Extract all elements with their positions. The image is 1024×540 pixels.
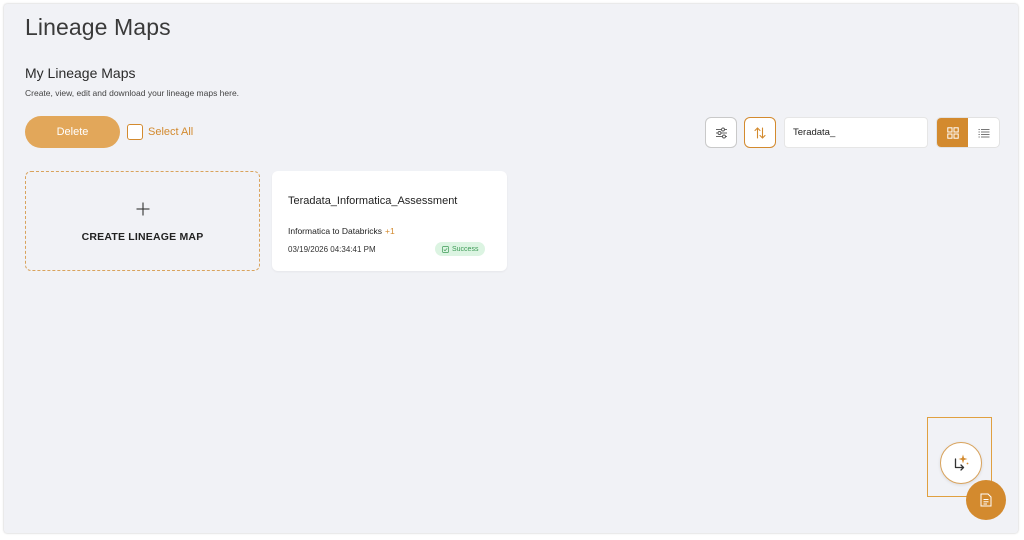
map-conversion: Informatica to Databricks +1 [288, 226, 395, 236]
document-icon [980, 493, 992, 507]
create-lineage-map-label: CREATE LINEAGE MAP [81, 231, 204, 243]
grid-icon [946, 126, 959, 139]
select-all-toggle[interactable]: Select All [127, 124, 193, 140]
section-title: My Lineage Maps [25, 65, 136, 81]
create-lineage-map-card[interactable]: CREATE LINEAGE MAP [25, 171, 260, 271]
lineage-map-card[interactable]: Teradata_Informatica_Assessment Informat… [272, 171, 507, 271]
search-input[interactable] [793, 127, 925, 138]
list-icon [978, 128, 989, 137]
sliders-icon [715, 127, 727, 138]
section-subtitle: Create, view, edit and download your lin… [25, 88, 240, 98]
sort-button[interactable] [744, 117, 776, 148]
sparkle-arrow-icon [954, 454, 969, 471]
filter-button[interactable] [705, 117, 737, 148]
status-badge: Success [435, 242, 486, 256]
sort-arrows-icon [754, 126, 766, 139]
map-more-count[interactable]: +1 [385, 226, 395, 236]
plus-icon [136, 202, 150, 216]
ai-assistant-button[interactable] [940, 442, 982, 484]
status-label: Success [452, 245, 479, 253]
select-all-label: Select All [148, 126, 194, 138]
search-box [784, 117, 928, 148]
list-view-button[interactable] [968, 118, 999, 147]
check-box-icon [442, 245, 449, 253]
document-button[interactable] [966, 480, 1006, 520]
main-panel: Lineage Maps My Lineage Maps Create, vie… [4, 4, 1018, 533]
view-toggle [936, 117, 1000, 148]
grid-view-button[interactable] [937, 118, 968, 147]
select-all-checkbox[interactable] [127, 124, 143, 140]
delete-button[interactable]: Delete [25, 116, 120, 148]
map-date: 03/19/2026 04:34:41 PM [288, 245, 376, 254]
map-title: Teradata_Informatica_Assessment [288, 195, 458, 207]
page-title: Lineage Maps [25, 14, 171, 40]
map-conversion-label: Informatica to Databricks [288, 226, 383, 236]
